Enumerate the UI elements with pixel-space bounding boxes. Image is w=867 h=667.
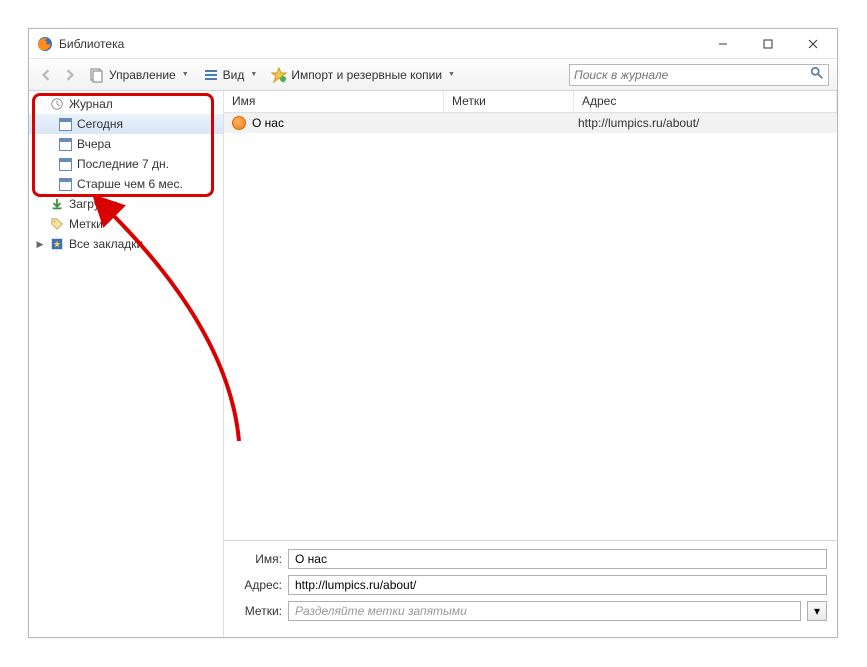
calendar-icon bbox=[57, 136, 73, 152]
close-button[interactable] bbox=[790, 30, 835, 58]
body: Журнал Сегодня Вчера Последние 7 дн. Ста… bbox=[29, 91, 837, 637]
sidebar-item-yesterday[interactable]: Вчера bbox=[29, 134, 223, 154]
sidebar-item-last7[interactable]: Последние 7 дн. bbox=[29, 154, 223, 174]
titlebar: Библиотека bbox=[29, 29, 837, 59]
list-item[interactable]: О нас http://lumpics.ru/about/ bbox=[224, 113, 837, 133]
sidebar-item-all-bookmarks[interactable]: ▶ Все закладки bbox=[29, 234, 223, 254]
downloads-label: Загрузки bbox=[69, 197, 117, 211]
back-button[interactable] bbox=[37, 66, 55, 84]
search-box[interactable] bbox=[569, 64, 829, 86]
import-menu[interactable]: Импорт и резервные копии▼ bbox=[267, 65, 459, 85]
calendar-icon bbox=[57, 116, 73, 132]
favicon-icon bbox=[232, 116, 246, 130]
column-header: Имя Метки Адрес bbox=[224, 91, 837, 113]
minimize-button[interactable] bbox=[700, 30, 745, 58]
import-icon bbox=[271, 67, 287, 83]
chevron-right-icon: ▶ bbox=[35, 239, 45, 250]
row-name: О нас bbox=[252, 116, 284, 130]
calendar-icon bbox=[57, 156, 73, 172]
detail-name-label: Имя: bbox=[234, 552, 282, 566]
view-menu[interactable]: Вид▼ bbox=[199, 65, 262, 85]
toolbar: Управление▼ Вид▼ Импорт и резервные копи… bbox=[29, 59, 837, 91]
clock-icon bbox=[49, 96, 65, 112]
row-address: http://lumpics.ru/about/ bbox=[574, 116, 837, 130]
detail-address-label: Адрес: bbox=[234, 578, 282, 592]
manage-menu[interactable]: Управление▼ bbox=[85, 65, 193, 85]
bookmarks-icon bbox=[49, 236, 65, 252]
yesterday-label: Вчера bbox=[77, 137, 111, 151]
import-label: Импорт и резервные копии bbox=[291, 68, 442, 82]
firefox-icon bbox=[37, 36, 53, 52]
sidebar-item-history[interactable]: Журнал bbox=[29, 94, 223, 114]
col-name[interactable]: Имя bbox=[224, 91, 444, 112]
search-input[interactable] bbox=[574, 68, 810, 82]
sidebar-item-older6m[interactable]: Старше чем 6 мес. bbox=[29, 174, 223, 194]
tags-label: Метки bbox=[69, 217, 103, 231]
older6m-label: Старше чем 6 мес. bbox=[77, 177, 183, 191]
window-title: Библиотека bbox=[59, 37, 700, 51]
sidebar-item-downloads[interactable]: Загрузки bbox=[29, 194, 223, 214]
sidebar-item-today[interactable]: Сегодня bbox=[29, 114, 223, 134]
maximize-button[interactable] bbox=[745, 30, 790, 58]
tags-dropdown-button[interactable]: ▾ bbox=[807, 601, 827, 621]
detail-tags-label: Метки: bbox=[234, 604, 282, 618]
manage-icon bbox=[89, 67, 105, 83]
all-bookmarks-label: Все закладки bbox=[69, 237, 143, 251]
sidebar: Журнал Сегодня Вчера Последние 7 дн. Ста… bbox=[29, 91, 224, 637]
detail-name-input[interactable] bbox=[288, 549, 827, 569]
detail-address-input[interactable] bbox=[288, 575, 827, 595]
calendar-icon bbox=[57, 176, 73, 192]
detail-tags-input[interactable] bbox=[288, 601, 801, 621]
sidebar-item-tags[interactable]: Метки bbox=[29, 214, 223, 234]
library-window: Библиотека Управление▼ Вид▼ Импорт и рез… bbox=[28, 28, 838, 638]
download-icon bbox=[49, 196, 65, 212]
chevron-down-icon: ▾ bbox=[814, 604, 820, 618]
tag-icon bbox=[49, 216, 65, 232]
history-label: Журнал bbox=[69, 97, 113, 111]
history-list: О нас http://lumpics.ru/about/ bbox=[224, 113, 837, 540]
col-address[interactable]: Адрес bbox=[574, 91, 837, 112]
col-tags[interactable]: Метки bbox=[444, 91, 574, 112]
main-panel: Имя Метки Адрес О нас http://lumpics.ru/… bbox=[224, 91, 837, 637]
view-label: Вид bbox=[223, 68, 245, 82]
details-panel: Имя: Адрес: Метки: ▾ bbox=[224, 540, 837, 637]
forward-button[interactable] bbox=[61, 66, 79, 84]
last7-label: Последние 7 дн. bbox=[77, 157, 169, 171]
today-label: Сегодня bbox=[77, 117, 123, 131]
search-icon bbox=[810, 66, 824, 83]
manage-label: Управление bbox=[109, 68, 176, 82]
view-icon bbox=[203, 67, 219, 83]
